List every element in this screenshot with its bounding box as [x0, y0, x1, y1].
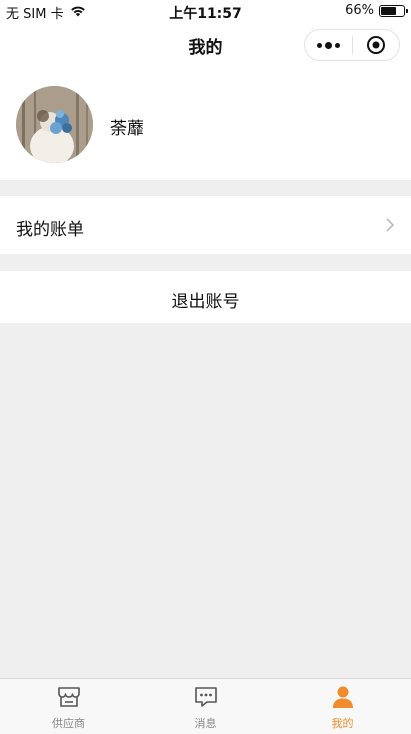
store-icon [56, 685, 82, 713]
tab-suppliers-label: 供应商 [52, 717, 85, 730]
tab-bar: 供应商 消息 我的 [0, 678, 411, 734]
user-icon [330, 685, 356, 713]
avatar[interactable] [16, 86, 93, 163]
battery-percent: 66% [345, 3, 374, 18]
profile-section: 荼蘼 [0, 68, 411, 180]
my-bill-label: 我的账单 [16, 220, 84, 240]
username: 荼蘼 [110, 119, 144, 139]
battery-icon [379, 4, 408, 17]
more-dots-icon[interactable] [305, 41, 352, 49]
my-bill-row[interactable]: 我的账单 [0, 196, 411, 254]
status-right: 66% [345, 3, 408, 18]
tab-messages-label: 消息 [194, 717, 217, 730]
mini-program-capsule [304, 29, 400, 61]
chevron-right-icon [385, 217, 395, 237]
tab-mine[interactable]: 我的 [274, 679, 411, 734]
tab-messages[interactable]: 消息 [137, 679, 274, 734]
status-bar: 无 SIM 卡 上午11:57 66% [0, 0, 411, 24]
target-close-icon[interactable] [353, 35, 399, 55]
tab-suppliers[interactable]: 供应商 [0, 679, 137, 734]
tab-mine-label: 我的 [331, 717, 354, 730]
message-icon [193, 685, 219, 713]
logout-button[interactable]: 退出账号 [0, 271, 411, 323]
battery-fill [381, 6, 396, 15]
nav-bar: 我的 [0, 24, 411, 68]
logout-label: 退出账号 [171, 292, 240, 312]
